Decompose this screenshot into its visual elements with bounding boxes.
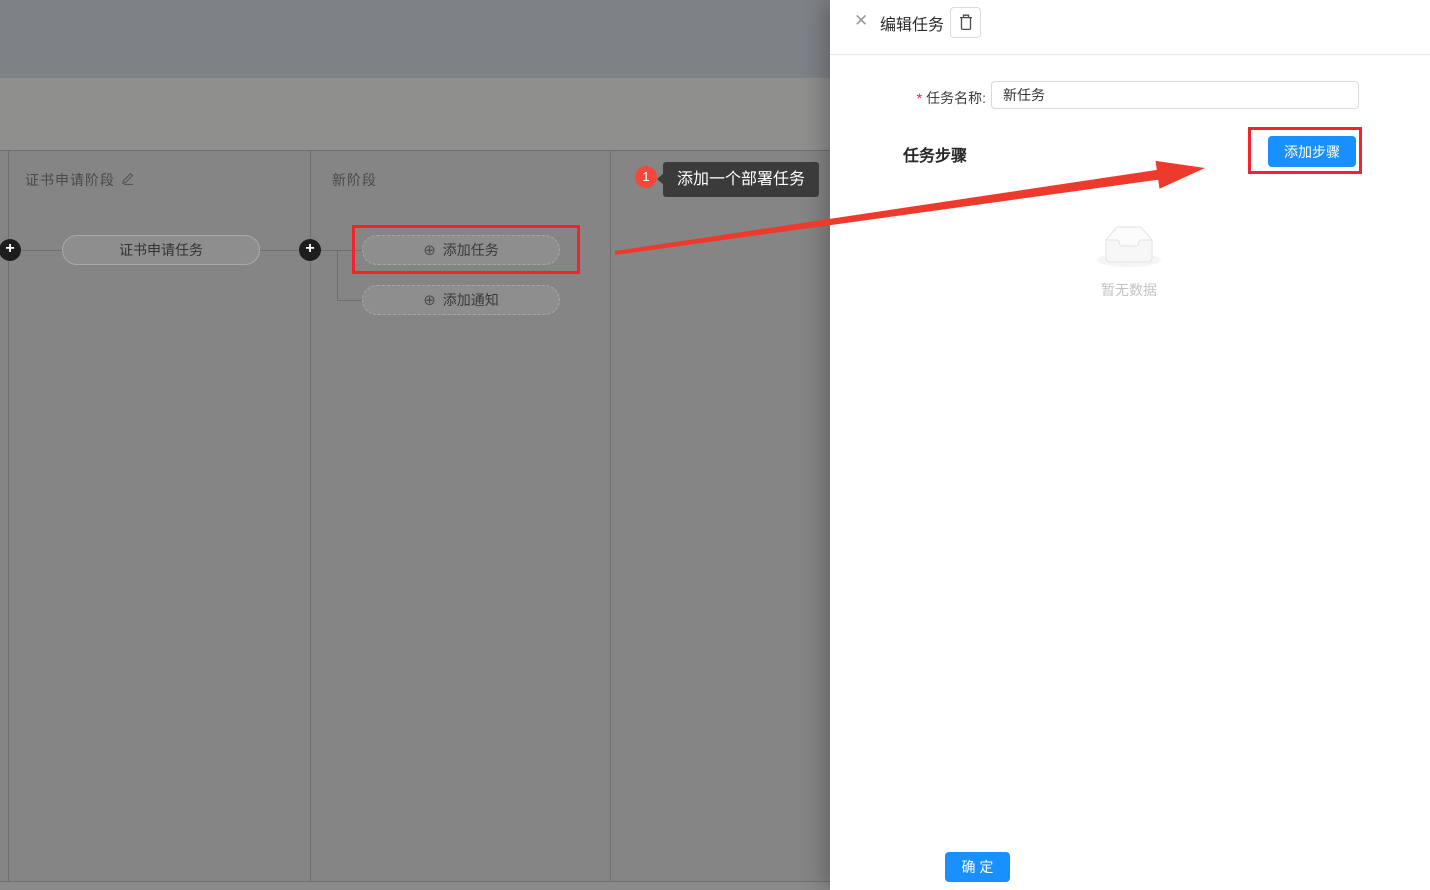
tour-step-badge: 1 [635,166,657,188]
stage-title-cert-apply: 证书申请阶段 [25,170,134,190]
drawer-title: 编辑任务 [880,11,944,35]
stage-title-label: 证书申请阶段 [25,170,115,190]
close-icon[interactable]: ✕ [854,11,868,31]
task-steps-section-title: 任务步骤 [903,142,967,166]
task-node-cert-apply[interactable]: 证书申请任务 [62,235,260,265]
add-notification-button[interactable]: ⊕ 添加通知 [362,285,560,315]
stage-divider [610,150,611,882]
add-notification-label: 添加通知 [443,290,499,310]
empty-state: 暂无数据 [1049,226,1209,300]
connector-line [260,250,299,251]
task-name-input[interactable] [991,81,1359,109]
stage-title-new-stage: 新阶段 [332,170,377,190]
empty-box-icon [1097,226,1161,267]
empty-state-text: 暂无数据 [1049,280,1209,300]
connector-line [21,250,62,251]
add-stage-node-middle[interactable]: + [299,239,321,261]
confirm-button[interactable]: 确 定 [945,852,1010,882]
tour-highlight-add-step [1248,127,1362,174]
tour-tooltip: 添加一个部署任务 [663,162,819,197]
task-name-label-text: 任务名称: [926,90,986,106]
plus-icon: + [5,240,14,257]
connector-line [337,250,338,300]
plus-circle-icon: ⊕ [423,293,436,308]
delete-task-button[interactable] [950,7,981,38]
tour-highlight-add-task [352,225,580,274]
drawer-header: ✕ 编辑任务 [830,0,1430,55]
task-node-label: 证书申请任务 [119,240,203,260]
add-stage-node-left[interactable]: + [0,239,21,261]
connector-line [337,300,362,301]
edit-pencil-icon[interactable] [121,172,134,188]
required-mark: * [917,90,922,106]
plus-icon: + [305,240,314,257]
trash-icon [958,14,974,31]
stage-title-label: 新阶段 [332,170,377,190]
edit-task-drawer: ✕ 编辑任务 *任务名称: 任务步骤 添加步骤 暂无数据 确 定 [830,0,1430,890]
task-name-label: *任务名称: [830,88,986,108]
